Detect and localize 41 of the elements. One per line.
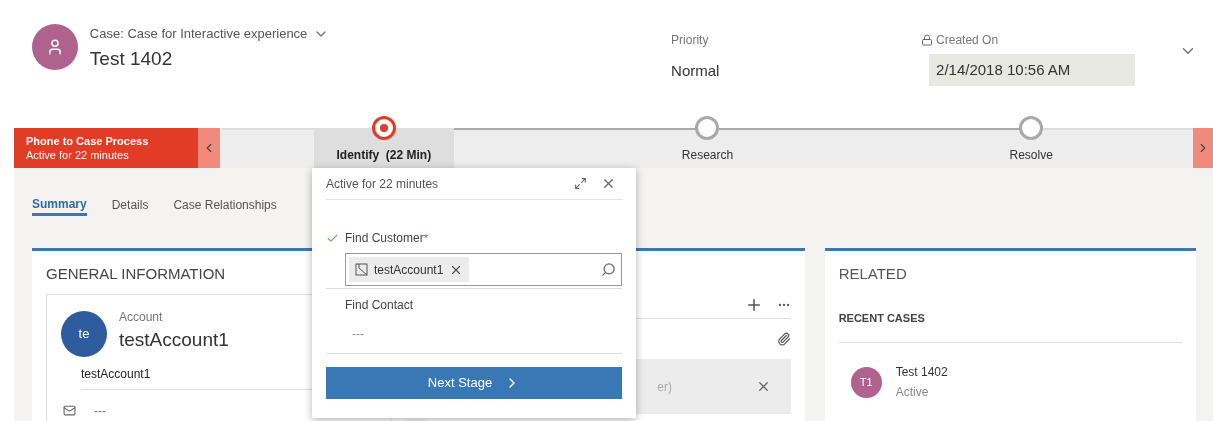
note-placeholder: er)	[657, 378, 673, 396]
entity-label: Case: Case for Interactive experience	[89, 25, 308, 43]
stage-tab[interactable]: Research	[637, 128, 778, 168]
required-mark: *	[423, 231, 428, 246]
field-label: Find Customer	[345, 230, 424, 247]
chip-label: testAccount1	[374, 261, 444, 279]
next-stage-button[interactable]: Next Stage	[326, 367, 622, 399]
field-label: Created On	[936, 32, 999, 49]
email-value: ---	[94, 402, 106, 420]
tab[interactable]: Details	[111, 194, 149, 216]
section-title: RECENT CASES	[838, 309, 1182, 343]
account-icon	[355, 263, 368, 276]
field-value: 2/14/2018 10:56 AM	[929, 54, 1136, 86]
card-title: GENERAL INFORMATION	[46, 264, 226, 284]
account-chip[interactable]: testAccount1	[349, 257, 470, 282]
process-status: Active for 22 minutes	[26, 148, 130, 162]
paperclip-icon[interactable]	[776, 332, 791, 346]
case-avatar: T1	[850, 366, 882, 398]
customer-lookup-field[interactable]: testAccount1	[345, 253, 622, 286]
contact-value[interactable]: ---	[352, 325, 622, 343]
process-header[interactable]: Phone to Case Process Active for 22 minutes	[14, 128, 198, 168]
record-title: Test 1402	[89, 46, 174, 71]
account-name: testAccount1	[119, 327, 229, 352]
mail-icon	[63, 404, 76, 417]
close-icon[interactable]	[601, 176, 616, 191]
field-label: Find Contact	[345, 297, 414, 314]
card-title: RELATED	[838, 264, 907, 284]
account-type: Account	[119, 308, 164, 326]
case-title[interactable]: Test 1402	[895, 363, 948, 381]
expand-icon[interactable]	[574, 177, 587, 190]
field-value: Normal	[671, 61, 721, 81]
field-label: Priority	[671, 32, 709, 49]
search-icon[interactable]	[601, 262, 616, 277]
tab[interactable]: Case Relationships	[173, 194, 277, 216]
popup-status: Active for 22 minutes	[326, 175, 440, 193]
stage-tab[interactable]: Identify (22 Min)	[313, 128, 454, 168]
tab[interactable]: Summary	[32, 194, 87, 216]
account-avatar: te	[61, 310, 107, 357]
case-status: Active	[895, 384, 930, 401]
process-name: Phone to Case Process	[26, 134, 150, 148]
stage-tab[interactable]: Resolve	[961, 128, 1102, 168]
